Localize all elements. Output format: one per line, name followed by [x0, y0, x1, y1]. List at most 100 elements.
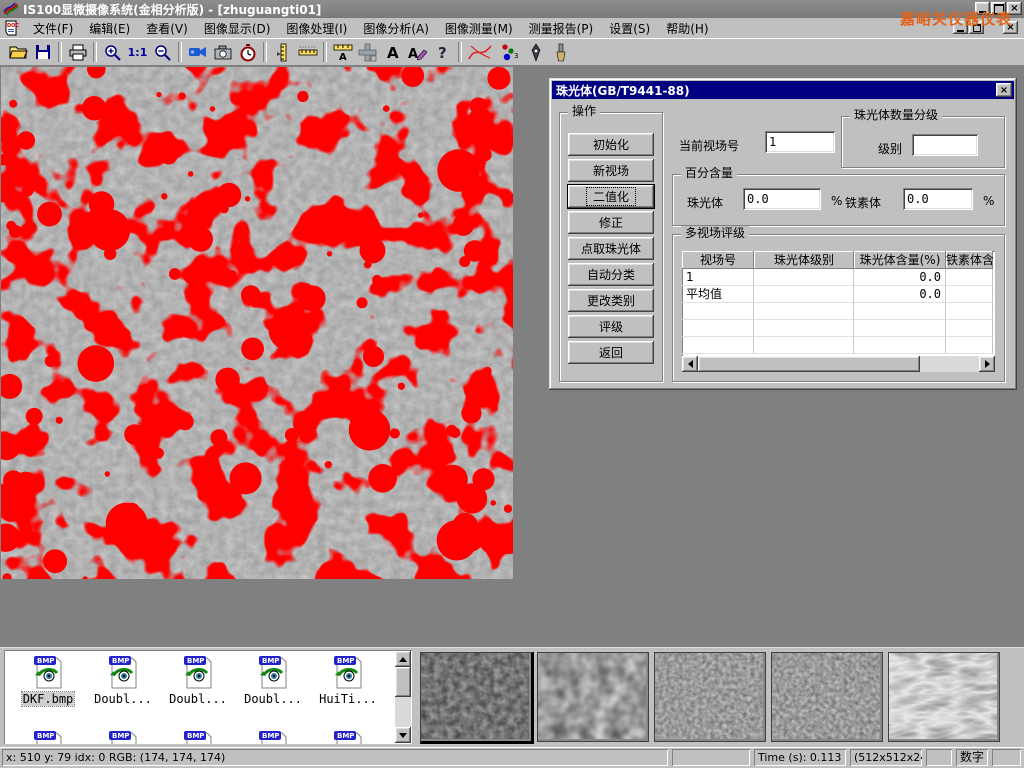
document-icon[interactable]: DOC	[3, 20, 21, 37]
file-list[interactable]: BMP DKF.bmp BMP Doubl...	[4, 650, 412, 744]
file-item[interactable]: BMP	[237, 728, 309, 744]
zoom-out-button[interactable]	[150, 41, 175, 64]
open-button[interactable]	[5, 41, 30, 64]
current-field-input[interactable]	[765, 131, 835, 153]
scroll-up-icon	[399, 657, 407, 662]
scroll-up-button[interactable]	[395, 651, 411, 667]
pen-tool-button[interactable]	[523, 41, 548, 64]
status-bar: x: 510 y: 79 idx: 0 RGB: (174, 174, 174)…	[0, 747, 1024, 768]
mdi-minimize-icon	[957, 30, 964, 32]
thumbnail-4[interactable]	[771, 652, 883, 742]
scroll-left-button[interactable]	[682, 356, 698, 372]
menu-image-analysis[interactable]: 图像分析(A)	[355, 18, 437, 39]
file-item[interactable]: BMP HuiTi...	[312, 653, 384, 706]
dialog-close-button[interactable]: ×	[996, 83, 1012, 97]
menu-file[interactable]: 文件(F)	[25, 18, 81, 39]
zoom-in-button[interactable]	[100, 41, 125, 64]
caliper-button[interactable]	[270, 41, 295, 64]
svg-text:BMP: BMP	[187, 732, 204, 740]
menu-image-processing[interactable]: 图像处理(I)	[278, 18, 355, 39]
pen-icon	[529, 43, 543, 62]
scroll-right-button[interactable]	[979, 356, 995, 372]
operation-group: 操作 初始化 新视场 二值化 修正 点取珠光体 自动分类 更改类别 评级 返回	[559, 112, 663, 382]
menu-help[interactable]: 帮助(H)	[658, 18, 716, 39]
file-name: DKF.bmp	[22, 692, 75, 706]
menu-image-display[interactable]: 图像显示(D)	[196, 18, 279, 39]
window-title: IS100显微摄像系统(金相分析版) - [zhuguangti01]	[23, 1, 321, 18]
particles-icon: 3	[497, 42, 521, 62]
pearlite-percent-input[interactable]	[743, 188, 821, 210]
dialog-title-bar[interactable]: 珠光体(GB/T9441-88) ×	[552, 81, 1014, 99]
menu-image-measure[interactable]: 图像测量(M)	[437, 18, 521, 39]
correct-button[interactable]: 修正	[568, 211, 654, 234]
status-spare-panel	[926, 749, 952, 766]
curve-tool-button[interactable]	[465, 41, 495, 64]
initialize-button[interactable]: 初始化	[568, 133, 654, 156]
file-item[interactable]: BMP DKF.bmp	[12, 653, 84, 706]
zoom-out-icon	[153, 43, 172, 62]
return-button[interactable]: 返回	[568, 341, 654, 364]
save-button[interactable]	[30, 41, 55, 64]
ruler-button[interactable]	[295, 41, 320, 64]
auto-classify-button[interactable]: 自动分类	[568, 263, 654, 286]
rate-button[interactable]: 评级	[568, 315, 654, 338]
thumbnail-1[interactable]	[420, 652, 534, 744]
menu-settings[interactable]: 设置(S)	[601, 18, 658, 39]
ferrite-percent-input[interactable]	[903, 188, 973, 210]
vscroll-thumb[interactable]	[395, 667, 411, 697]
register-grid-button[interactable]	[355, 41, 380, 64]
status-spare-panel	[992, 749, 1021, 766]
print-button[interactable]	[65, 41, 90, 64]
annotate-button[interactable]: A	[405, 41, 430, 64]
binarize-button[interactable]: 二值化	[568, 185, 654, 208]
bmp-file-icon: BMP	[181, 728, 215, 744]
change-class-button[interactable]: 更改类别	[568, 289, 654, 312]
file-item[interactable]: BMP	[312, 728, 384, 744]
status-spare-panel	[672, 749, 750, 766]
bmp-file-icon: BMP	[331, 728, 365, 744]
camera-capture-button[interactable]	[210, 41, 235, 64]
thumbnail-3[interactable]	[654, 652, 766, 742]
menu-edit[interactable]: 编辑(E)	[81, 18, 138, 39]
actual-size-button[interactable]: 1:1	[125, 41, 150, 64]
new-field-button[interactable]: 新视场	[568, 159, 654, 182]
ferrite-label: 铁素体	[845, 194, 881, 211]
file-item[interactable]: BMP Doubl...	[162, 653, 234, 706]
particle-classify-button[interactable]: 3	[495, 41, 523, 64]
text-button[interactable]: A	[380, 41, 405, 64]
measure-label-button[interactable]: A	[330, 41, 355, 64]
rating-table[interactable]: 视场号 珠光体级别 珠光体含量(%) 铁素体含量(%) 1 0.0 平均值 0.…	[682, 251, 995, 372]
count-grading-group: 珠光体数量分级 级别	[841, 116, 1005, 168]
toolbar-separator	[178, 42, 182, 62]
svg-text:BMP: BMP	[37, 657, 54, 665]
thumbnail-5[interactable]	[888, 652, 1000, 742]
level-input[interactable]	[912, 134, 978, 156]
table-hscrollbar[interactable]	[682, 356, 995, 372]
svg-text:A: A	[339, 52, 347, 61]
scroll-down-button[interactable]	[395, 727, 411, 743]
status-cursor-info: x: 510 y: 79 idx: 0 RGB: (174, 174, 174)	[2, 749, 668, 766]
thumbnail-2[interactable]	[537, 652, 649, 742]
file-item[interactable]: BMP Doubl...	[237, 653, 309, 706]
video-capture-button[interactable]	[185, 41, 210, 64]
file-list-vscrollbar[interactable]	[395, 651, 411, 743]
timer-button[interactable]	[235, 41, 260, 64]
brush-tool-button[interactable]	[548, 41, 573, 64]
table-row[interactable]: 1 0.0	[682, 269, 995, 286]
print-icon	[68, 43, 88, 61]
table-row[interactable]: 平均值 0.0	[682, 286, 995, 303]
help-button[interactable]: ?	[430, 41, 455, 64]
menu-measure-report[interactable]: 测量报告(P)	[521, 18, 602, 39]
file-item[interactable]: BMP	[162, 728, 234, 744]
percentage-group: 百分含量 珠光体 % 铁素体 %	[672, 174, 1005, 226]
file-item[interactable]: BMP Doubl...	[87, 653, 159, 706]
file-item[interactable]: BMP	[87, 728, 159, 744]
menu-view[interactable]: 查看(V)	[138, 18, 196, 39]
operation-group-label: 操作	[568, 104, 600, 118]
micrograph-image[interactable]	[1, 67, 513, 579]
hscroll-thumb[interactable]	[698, 356, 920, 372]
pick-pearlite-button[interactable]: 点取珠光体	[568, 237, 654, 260]
toolbar-separator	[58, 42, 62, 62]
file-item[interactable]: BMP	[12, 728, 84, 744]
svg-text:A: A	[408, 47, 418, 61]
